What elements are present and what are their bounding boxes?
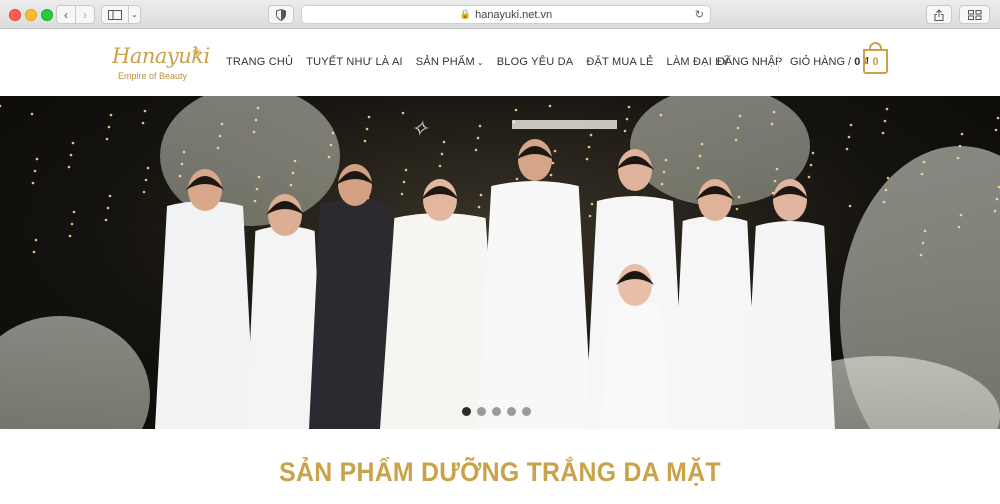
share-icon[interactable] (926, 5, 952, 24)
logo-tagline: Empire of Beauty (118, 71, 188, 81)
url-text: hanayuki.net.vn (475, 8, 553, 21)
cart-label: GIỎ HÀNG / (790, 56, 852, 68)
sidebar-toggle-icon[interactable] (101, 5, 129, 24)
section-title: SẢN PHẨM DƯỠNG TRẮNG DA MẶT (279, 457, 721, 487)
site-header: Hanayuki ❀ Empire of Beauty TRANG CHỦ TU… (0, 29, 1000, 96)
lock-icon: 🔒 (459, 9, 472, 19)
reload-icon[interactable]: ↻ (695, 8, 704, 21)
nav-item-home[interactable]: TRANG CHỦ (226, 56, 293, 68)
slider-dot-4[interactable] (507, 407, 516, 416)
forward-icon[interactable]: › (75, 5, 95, 24)
header-divider (778, 51, 779, 73)
tab-overview-icon[interactable] (959, 5, 990, 24)
slider-dots (462, 407, 531, 416)
nav-item-about[interactable]: TUYẾT NHƯ LÀ AI (306, 56, 403, 68)
close-window-button[interactable] (9, 9, 21, 21)
zoom-window-button[interactable] (41, 9, 53, 21)
flower-icon: ❀ (192, 47, 202, 59)
hero-photo: ✧ (0, 96, 1000, 429)
privacy-shield-icon[interactable] (268, 5, 294, 24)
nav-item-blog[interactable]: BLOG YÊU DA (497, 56, 574, 68)
cart-count-icon[interactable]: 0 (863, 49, 888, 74)
slider-dot-5[interactable] (522, 407, 531, 416)
chevron-down-icon[interactable]: ⌄ (128, 5, 141, 24)
nav-item-products[interactable]: SẢN PHẨM ⌄ (416, 56, 484, 68)
browser-toolbar: ‹ › ⌄ 🔒 hanayuki.net.vn ↻ (0, 0, 1000, 29)
nav-item-products-label: SẢN PHẨM (415, 56, 475, 68)
minimize-window-button[interactable] (25, 9, 37, 21)
svg-text:✧: ✧ (410, 117, 430, 142)
login-link[interactable]: ĐĂNG NHẬP (717, 56, 782, 68)
chevron-down-icon: ⌄ (476, 58, 484, 67)
cart-link[interactable]: GIỎ HÀNG / 0 ₫ (790, 56, 869, 68)
nav-item-retail-order[interactable]: ĐẶT MUA LẺ (586, 56, 653, 68)
site-logo[interactable]: Hanayuki ❀ Empire of Beauty (112, 44, 210, 84)
main-navigation: TRANG CHỦ TUYẾT NHƯ LÀ AI SẢN PHẨM ⌄ BLOG… (226, 56, 742, 68)
hero-slider[interactable]: ✧ (0, 96, 1000, 429)
back-icon[interactable]: ‹ (56, 5, 76, 24)
address-bar[interactable]: 🔒 hanayuki.net.vn ↻ (301, 5, 711, 24)
slider-dot-3[interactable] (492, 407, 501, 416)
slider-dot-1[interactable] (462, 407, 471, 416)
slider-dot-2[interactable] (477, 407, 486, 416)
